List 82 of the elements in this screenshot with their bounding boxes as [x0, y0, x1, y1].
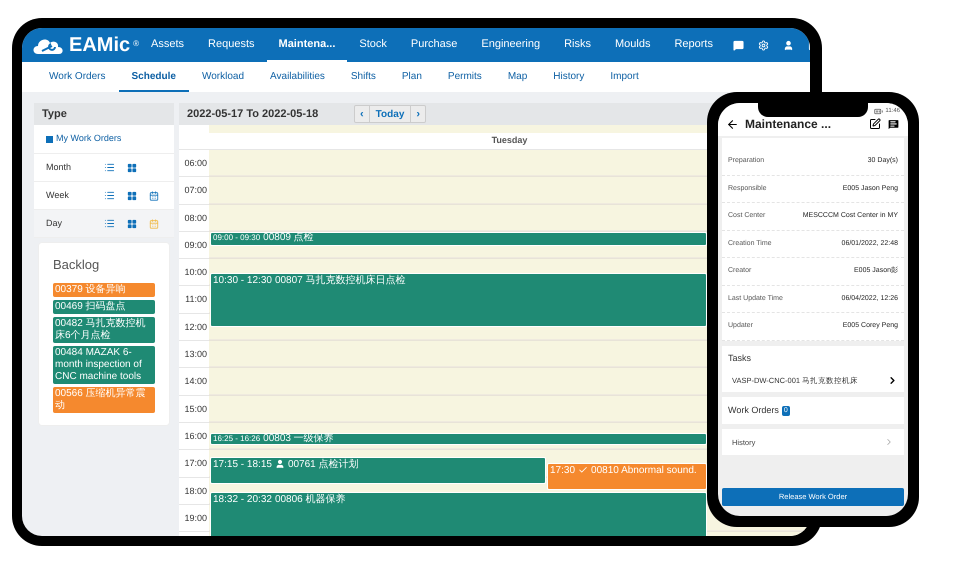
backlog-title: Backlog [53, 256, 100, 274]
hour-label: 17:00 [184, 458, 207, 468]
sub-nav-tab[interactable]: Availabilities [257, 62, 338, 92]
grid-view-icon[interactable] [127, 162, 137, 172]
hour-label: 12:00 [184, 322, 207, 332]
backlog-item[interactable]: 00484 MAZAK 6-month inspection of CNC machine tools [53, 346, 155, 384]
hour-label: 10:00 [184, 267, 207, 278]
list-view-icon[interactable] [104, 218, 115, 229]
today-button[interactable]: Today [370, 106, 412, 122]
panel-title: Type [42, 106, 67, 122]
grid-view-icon[interactable] [127, 218, 137, 228]
view-label: Week [46, 188, 70, 202]
view-label: Day [46, 216, 64, 230]
event-title: 00807 马扎克数控机床日点检 [274, 274, 406, 287]
hour-label: 11:00 [185, 294, 207, 304]
view-row[interactable]: Day [34, 210, 174, 238]
next-button[interactable]: › [411, 106, 426, 122]
message-icon[interactable] [887, 118, 900, 130]
sub-nav-tab[interactable]: Schedule [118, 62, 189, 92]
checkbox-label[interactable]: My Work Orders [56, 132, 122, 146]
phone-title: Maintenance ... [745, 116, 832, 133]
date-range: 2022-05-17 To 2022-05-18 [187, 106, 320, 122]
sub-nav-tab[interactable]: Import [597, 62, 652, 92]
chat-icon[interactable] [732, 40, 744, 50]
event-time: 17:15 - 18:15 [213, 459, 272, 472]
nav-tab[interactable]: Engineering [469, 28, 552, 62]
calendar-event[interactable]: 18:32 - 20:32 00806 机器保养 [210, 492, 707, 536]
event-title: 00810 Abnormal sound. [591, 464, 697, 477]
nav-tab[interactable]: Requests [196, 28, 267, 62]
event-time: 18:32 - 20:32 [213, 494, 272, 506]
calendar-event[interactable]: 10:30 - 12:30 00807 马扎克数控机床日点检 [210, 272, 707, 328]
check-icon [578, 464, 588, 475]
hour-label: 07:00 [184, 185, 207, 196]
settings-icon[interactable] [758, 40, 769, 50]
previous-button[interactable]: ‹ [355, 106, 370, 122]
sub-nav-tab[interactable]: Map [494, 62, 540, 92]
event-time: 16:25 - 16:26 [213, 434, 260, 444]
nav-tab[interactable]: Moulds [602, 28, 662, 62]
user-icon[interactable] [782, 40, 794, 50]
registered-mark: ® [133, 38, 140, 50]
hour-label: 16:00 [184, 430, 207, 441]
calendar-event[interactable]: 17:15 - 18:15 00761 点检计划 [210, 457, 546, 484]
hour-label: 13:00 [184, 349, 207, 360]
calendar-view-icon[interactable] [149, 190, 159, 200]
list-view-icon[interactable] [104, 162, 115, 173]
tasks-title: Tasks [728, 352, 752, 364]
hour-label: 15:00 [184, 404, 207, 414]
nav-tab[interactable]: Assets [139, 28, 196, 62]
logo-text: EAMic [69, 35, 130, 55]
back-icon[interactable] [726, 118, 739, 130]
battery-icon [874, 106, 884, 116]
view-label: Month [46, 160, 72, 174]
event-title: 00761 点检计划 [288, 459, 359, 472]
sub-nav-tab[interactable]: History [540, 62, 598, 92]
checkbox[interactable] [46, 136, 53, 142]
edit-icon[interactable] [869, 118, 881, 130]
hour-label: 18:00 [184, 486, 207, 496]
hour-label: 06:00 [184, 158, 207, 168]
day-header: Tuesday [492, 134, 528, 148]
work-orders-title: Work Orders [728, 404, 779, 417]
hour-label: 14:00 [184, 376, 207, 386]
list-view-icon[interactable] [104, 190, 115, 201]
nav-tab[interactable]: Purchase [398, 28, 470, 62]
sub-nav-tab[interactable]: Plan [388, 62, 435, 92]
person-icon [274, 459, 285, 470]
grid-view-icon[interactable] [127, 190, 137, 200]
hour-label: 09:00 [184, 240, 207, 250]
sub-nav-tab[interactable]: Work Orders [36, 62, 118, 92]
hour-label: 08:00 [184, 212, 207, 223]
sub-nav-tab[interactable]: Workload [188, 62, 258, 92]
hour-label: 19:00 [184, 512, 207, 523]
event-title: 00806 机器保养 [274, 494, 346, 506]
event-time: 17:30 [550, 464, 576, 477]
event-time: 10:30 - 12:30 [213, 274, 272, 287]
backlog-item[interactable]: 00469 扫码盘点 [53, 300, 155, 314]
sub-nav-tab[interactable]: Shifts [338, 62, 389, 92]
sub-nav-tab[interactable]: Permits [434, 62, 495, 92]
backlog-item[interactable]: 00482 马扎克数控机床6个月点检 [53, 316, 155, 342]
nav-tab[interactable]: Risks [552, 28, 603, 62]
event-time: 09:00 - 09:30 [213, 232, 260, 243]
nav-tab[interactable]: Stock [347, 28, 399, 62]
nav-tab[interactable]: Reports [662, 28, 725, 62]
